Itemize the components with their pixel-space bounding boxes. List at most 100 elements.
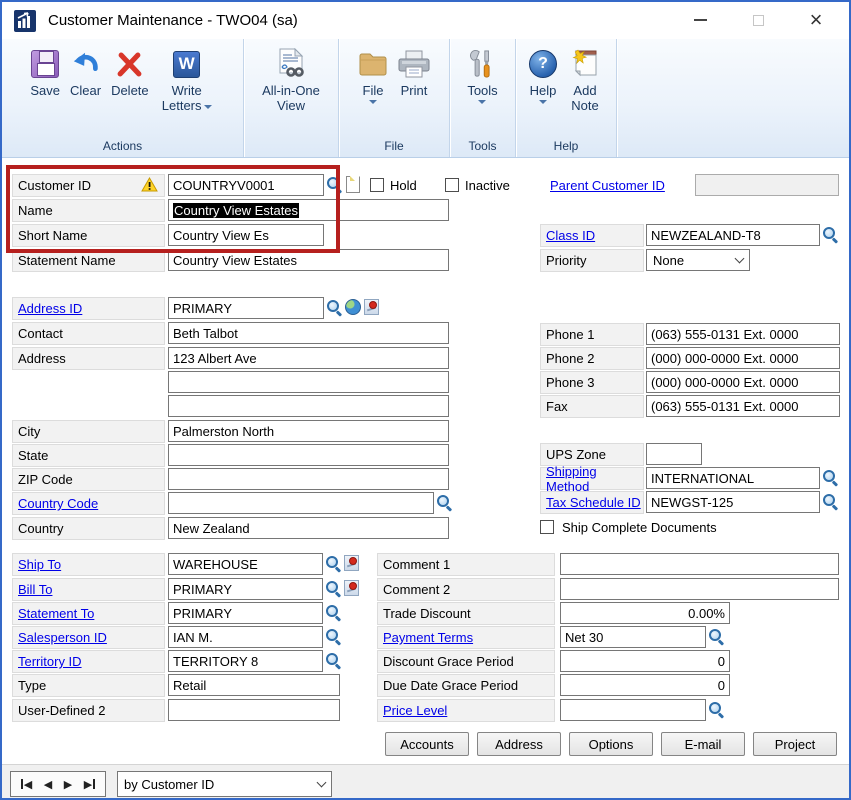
- save-label: Save: [30, 83, 60, 98]
- sort-by-dropdown[interactable]: by Customer ID: [117, 771, 332, 797]
- delete-button[interactable]: Delete: [106, 45, 154, 100]
- country-code-field[interactable]: [168, 492, 434, 514]
- discount-grace-period-label: Discount Grace Period: [377, 650, 555, 673]
- maximize-button[interactable]: [738, 2, 778, 38]
- bill-to-letter-icon[interactable]: [344, 580, 359, 596]
- internet-addresses-icon[interactable]: [345, 299, 361, 315]
- price-level-lookup-icon[interactable]: [708, 701, 725, 718]
- inactive-checkbox[interactable]: [445, 178, 459, 192]
- address-letter-icon[interactable]: [364, 299, 379, 315]
- address-id-field[interactable]: PRIMARY: [168, 297, 324, 319]
- tax-schedule-id-field[interactable]: NEWGST-125: [646, 491, 820, 513]
- ship-to-field[interactable]: WAREHOUSE: [168, 553, 323, 575]
- country-code-lookup-icon[interactable]: [436, 494, 453, 511]
- user-defined-2-field[interactable]: [168, 699, 340, 721]
- next-record-button[interactable]: ▶: [64, 778, 72, 791]
- class-id-field[interactable]: NEWZEALAND-T8: [646, 224, 820, 246]
- address-id-lookup-icon[interactable]: [326, 299, 343, 316]
- tax-schedule-id-label[interactable]: Tax Schedule ID: [540, 491, 644, 514]
- close-button[interactable]: ×: [796, 2, 836, 38]
- salesperson-id-label[interactable]: Salesperson ID: [12, 626, 165, 649]
- bill-to-lookup-icon[interactable]: [325, 580, 342, 597]
- class-id-lookup-icon[interactable]: [822, 226, 839, 243]
- tools-button[interactable]: Tools: [462, 45, 502, 106]
- comment2-field[interactable]: [560, 578, 839, 600]
- accounts-button[interactable]: Accounts: [385, 732, 469, 756]
- email-button[interactable]: E-mail: [661, 732, 745, 756]
- fax-field[interactable]: (063) 555-0131 Ext. 0000: [646, 395, 840, 417]
- last-record-button[interactable]: ▶: [84, 778, 95, 791]
- shipping-method-lookup-icon[interactable]: [822, 469, 839, 486]
- print-button[interactable]: Print: [393, 45, 435, 100]
- customer-id-lookup-icon[interactable]: [326, 176, 343, 193]
- phone2-field[interactable]: (000) 000-0000 Ext. 0000: [646, 347, 840, 369]
- parent-customer-id-label[interactable]: Parent Customer ID: [544, 174, 689, 197]
- address-line3-field[interactable]: [168, 395, 449, 417]
- price-level-label[interactable]: Price Level: [377, 699, 555, 722]
- country-field[interactable]: New Zealand: [168, 517, 449, 539]
- payment-terms-lookup-icon[interactable]: [708, 628, 725, 645]
- comment1-field[interactable]: [560, 553, 839, 575]
- territory-id-field[interactable]: TERRITORY 8: [168, 650, 323, 672]
- customer-id-field[interactable]: COUNTRYV0001: [168, 174, 324, 196]
- statement-to-field[interactable]: PRIMARY: [168, 602, 323, 624]
- ship-to-lookup-icon[interactable]: [325, 555, 342, 572]
- hold-checkbox[interactable]: [370, 178, 384, 192]
- phone1-field[interactable]: (063) 555-0131 Ext. 0000: [646, 323, 840, 345]
- shipping-method-label[interactable]: Shipping Method: [540, 467, 644, 490]
- payment-terms-field[interactable]: Net 30: [560, 626, 706, 648]
- type-field[interactable]: Retail: [168, 674, 340, 696]
- write-letters-button[interactable]: Write Letters: [154, 45, 220, 115]
- territory-id-label[interactable]: Territory ID: [12, 650, 165, 673]
- short-name-field[interactable]: Country View Es: [168, 224, 324, 246]
- bill-to-field[interactable]: PRIMARY: [168, 578, 323, 600]
- file-button[interactable]: File: [353, 45, 393, 106]
- bill-to-label[interactable]: Bill To: [12, 578, 165, 601]
- ribbon: Save Clear Delete Writ: [2, 39, 849, 158]
- project-button[interactable]: Project: [753, 732, 837, 756]
- tax-schedule-id-lookup-icon[interactable]: [822, 493, 839, 510]
- city-field[interactable]: Palmerston North: [168, 420, 449, 442]
- address-id-label[interactable]: Address ID: [12, 297, 165, 320]
- trade-discount-field[interactable]: 0.00%: [560, 602, 730, 624]
- territory-id-lookup-icon[interactable]: [325, 652, 342, 669]
- shipping-method-field[interactable]: INTERNATIONAL: [646, 467, 820, 489]
- payment-terms-label[interactable]: Payment Terms: [377, 626, 555, 649]
- ups-zone-field[interactable]: [646, 443, 702, 465]
- name-field[interactable]: Country View Estates: [168, 199, 449, 221]
- salesperson-id-lookup-icon[interactable]: [325, 628, 342, 645]
- address-button[interactable]: Address: [477, 732, 561, 756]
- price-level-field[interactable]: [560, 699, 706, 721]
- save-button[interactable]: Save: [25, 45, 65, 100]
- address-line2-field[interactable]: [168, 371, 449, 393]
- salesperson-id-field[interactable]: IAN M.: [168, 626, 323, 648]
- priority-dropdown[interactable]: None: [646, 249, 750, 271]
- statement-to-lookup-icon[interactable]: [325, 604, 342, 621]
- all-in-one-view-button[interactable]: All-in-One View: [249, 45, 333, 115]
- statement-name-field[interactable]: Country View Estates: [168, 249, 449, 271]
- class-id-label[interactable]: Class ID: [540, 224, 644, 247]
- phone3-field[interactable]: (000) 000-0000 Ext. 0000: [646, 371, 840, 393]
- state-field[interactable]: [168, 444, 449, 466]
- address-line1-field[interactable]: 123 Albert Ave: [168, 347, 449, 369]
- previous-record-button[interactable]: ◀: [44, 778, 52, 791]
- write-letters-label: Write Letters: [162, 83, 202, 113]
- ship-complete-documents-checkbox[interactable]: [540, 520, 554, 534]
- ship-to-label[interactable]: Ship To: [12, 553, 165, 576]
- phone2-label: Phone 2: [540, 347, 644, 370]
- due-date-grace-period-field[interactable]: 0: [560, 674, 730, 696]
- statement-to-label[interactable]: Statement To: [12, 602, 165, 625]
- options-button[interactable]: Options: [569, 732, 653, 756]
- ship-to-letter-icon[interactable]: [344, 555, 359, 571]
- customer-id-note-icon[interactable]: [346, 176, 360, 193]
- minimize-button[interactable]: [680, 2, 720, 38]
- discount-grace-period-field[interactable]: 0: [560, 650, 730, 672]
- zip-code-field[interactable]: [168, 468, 449, 490]
- clear-button[interactable]: Clear: [65, 45, 106, 100]
- add-note-button[interactable]: Add Note: [562, 45, 608, 115]
- first-record-button[interactable]: ◀: [21, 778, 32, 791]
- type-label: Type: [12, 674, 165, 697]
- contact-field[interactable]: Beth Talbot: [168, 322, 449, 344]
- country-code-label[interactable]: Country Code: [12, 492, 165, 515]
- help-button[interactable]: Help: [524, 45, 562, 106]
